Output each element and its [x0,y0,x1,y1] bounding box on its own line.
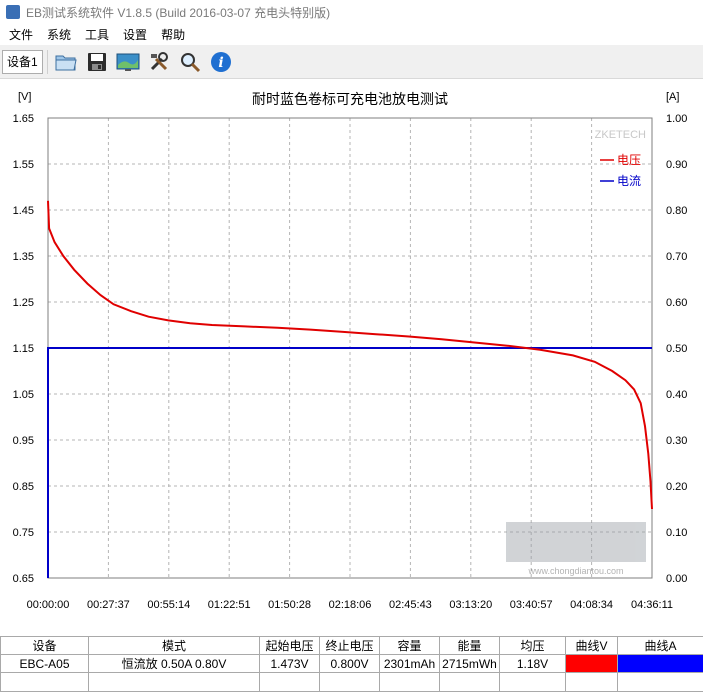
tools-icon[interactable] [145,48,173,76]
legend-current-label: 电流 [617,174,641,188]
y-right-tick-label: 1.00 [666,113,687,125]
empty-cell [617,672,703,692]
device-tab[interactable]: 设备1 [2,49,43,74]
empty-cell [0,672,89,692]
y-right-tick-label: 0.10 [666,527,687,539]
empty-cell [499,672,566,692]
title-bar: EB测试系统软件 V1.8.5 (Build 2016-03-07 充电头特别版… [0,0,703,24]
x-tick-label: 02:45:43 [389,599,432,611]
table-row[interactable]: EBC-A05 恒流放 0.50A 0.80V 1.473V 0.800V 23… [0,654,703,673]
menu-system[interactable]: 系统 [40,26,78,43]
stats-table: 设备 模式 起始电压 终止电压 容量 能量 均压 曲线V 曲线A EBC-A05… [0,636,703,692]
menu-help[interactable]: 帮助 [154,26,192,43]
col-curve-a: 曲线A [617,636,703,655]
curve-v-color-swatch[interactable] [565,654,618,673]
chongdiantou-logo: www.chongdiantou.com [506,522,646,576]
legend-voltage-label: 电压 [617,153,641,167]
col-curve-v: 曲线V [565,636,618,655]
chart-panel: 1.65 1.55 1.45 1.35 1.25 1.15 1.05 0.95 0.85 0.75… [0,80,703,630]
y-left-tick-label: 1.15 [13,343,34,355]
empty-cell [565,672,618,692]
y-left-tick-label: 0.75 [13,527,34,539]
y-right-tick-label: 0.00 [666,573,687,585]
x-tick-label: 00:27:37 [87,599,130,611]
svg-text:i: i [218,55,223,71]
col-start-voltage: 起始电压 [259,636,320,655]
y-left-tick-label: 0.85 [13,481,34,493]
curve-a-color-swatch[interactable] [617,654,703,673]
watermark-zketech: ZKETECH [595,129,646,141]
col-device: 设备 [0,636,89,655]
y-left-tick-label: 0.65 [13,573,34,585]
col-end-voltage: 终止电压 [319,636,380,655]
y-left-tick-label: 1.65 [13,113,34,125]
logo-url: www.chongdiantou.com [527,566,623,576]
info-icon[interactable]: i [207,48,235,76]
x-tick-label: 01:50:28 [268,599,311,611]
col-avg-voltage: 均压 [499,636,566,655]
toolbar: 设备1 i [0,45,703,79]
monitor-icon[interactable] [114,48,142,76]
y-left-tick-label: 1.45 [13,205,34,217]
y-right-tick-label: 0.90 [666,159,687,171]
cell-end-voltage: 0.800V [319,654,380,673]
y-right-tick-label: 0.30 [666,435,687,447]
cell-avg-voltage: 1.18V [499,654,566,673]
toolbar-separator [46,49,48,74]
x-tick-label: 03:40:57 [510,599,553,611]
cell-mode: 恒流放 0.50A 0.80V [88,654,260,673]
y-right-tick-label: 0.50 [666,343,687,355]
col-capacity: 容量 [379,636,440,655]
window-title: EB测试系统软件 V1.8.5 (Build 2016-03-07 充电头特别版… [26,5,331,20]
y-right-tick-label: 0.60 [666,297,687,309]
y-right-tick-label: 0.20 [666,481,687,493]
x-tick-label: 02:18:06 [329,599,372,611]
x-tick-label: 01:22:51 [208,599,251,611]
y-left-tick-label: 0.95 [13,435,34,447]
menu-bar: 文件 系统 工具 设置 帮助 [0,24,703,45]
discharge-chart: 1.65 1.55 1.45 1.35 1.25 1.15 1.05 0.95 0.85 0.75… [13,91,688,611]
legend: 电压 电流 [600,153,641,188]
menu-settings[interactable]: 设置 [116,26,154,43]
y-left-tick-label: 1.05 [13,389,34,401]
y-left-tick-label: 1.55 [13,159,34,171]
cell-capacity: 2301mAh [379,654,440,673]
logo-mark [506,522,646,562]
cell-energy: 2715mWh [439,654,500,673]
cell-device: EBC-A05 [0,654,89,673]
y-left-tick-label: 1.35 [13,251,34,263]
cell-start-voltage: 1.473V [259,654,320,673]
y-right-tick-label: 0.40 [666,389,687,401]
empty-cell [88,672,260,692]
open-folder-icon[interactable] [52,48,80,76]
x-tick-label: 00:55:14 [147,599,190,611]
col-mode: 模式 [88,636,260,655]
y-right-tick-label: 0.80 [666,205,687,217]
stats-header-row: 设备 模式 起始电压 终止电压 容量 能量 均压 曲线V 曲线A [0,636,703,655]
menu-file[interactable]: 文件 [2,26,40,43]
x-tick-label: 03:13:20 [449,599,492,611]
empty-cell [259,672,320,692]
chart-title: 耐时蓝色卷标可充电池放电测试 [252,91,448,108]
x-tick-label: 00:00:00 [27,599,70,611]
app-icon [6,5,20,19]
y-right-tick-label: 0.70 [666,251,687,263]
right-axis-unit: [A] [666,91,679,103]
save-icon[interactable] [83,48,111,76]
col-energy: 能量 [439,636,500,655]
left-axis-unit: [V] [18,91,31,103]
empty-cell [379,672,440,692]
table-row-empty [0,672,703,692]
x-tick-label: 04:36:11 [631,599,673,611]
empty-cell [439,672,500,692]
empty-cell [319,672,380,692]
menu-tools[interactable]: 工具 [78,26,116,43]
x-tick-label: 04:08:34 [570,599,613,611]
zoom-icon[interactable] [176,48,204,76]
y-left-tick-label: 1.25 [13,297,34,309]
